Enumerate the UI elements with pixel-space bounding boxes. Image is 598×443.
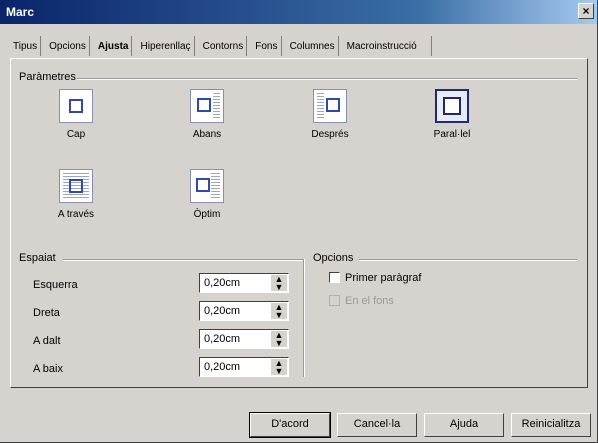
first-paragraph-checkbox[interactable]: Primer paràgraf (329, 272, 421, 284)
wrap-parallel-icon (435, 89, 469, 123)
left-spacing-label: Esquerra (33, 279, 78, 291)
help-button[interactable]: Ajuda (424, 413, 504, 437)
parameters-heading: Paràmetres (19, 71, 76, 83)
wrap-tab-panel: Paràmetres Cap Abans Després Paral·lel A… (10, 58, 588, 388)
wrap-after-frame (326, 98, 340, 112)
options-separator (359, 259, 577, 261)
in-background-checkbox: En el fons (329, 295, 394, 307)
wrap-through-frame (69, 179, 83, 193)
tab-fons[interactable]: Fons (252, 36, 282, 56)
top-spacing-value: 0,20cm (204, 333, 241, 345)
right-spacing-spinner[interactable]: 0,20cm ▲ ▼ (199, 301, 289, 321)
tab-columnes[interactable]: Columnes (287, 36, 339, 56)
spin-arrows-icon[interactable]: ▲ ▼ (271, 331, 287, 348)
parameters-separator (77, 78, 577, 80)
tab-hiperenllac[interactable]: Hiperenllaç (138, 36, 195, 56)
wrap-optimal-icon (190, 169, 224, 203)
wrap-after-icon (313, 89, 347, 123)
wrap-none-frame (69, 99, 83, 113)
spacing-heading: Espaiat (19, 252, 56, 264)
tab-bar: Tipus Opcions Ajusta Hiperenllaç Contorn… (10, 36, 434, 58)
wrap-after-lines (317, 93, 324, 119)
wrap-option-parallel[interactable]: Paral·lel (407, 89, 497, 140)
top-spacing-label: A dalt (33, 335, 61, 347)
wrap-before-label: Abans (192, 129, 222, 140)
wrap-before-lines (213, 93, 220, 119)
wrap-after-label: Després (311, 129, 349, 140)
wrap-before-frame (197, 98, 211, 112)
spin-arrows-icon[interactable]: ▲ ▼ (271, 275, 287, 292)
first-paragraph-box[interactable] (329, 272, 340, 283)
wrap-option-after[interactable]: Després (285, 89, 375, 140)
in-background-label: En el fons (345, 295, 394, 307)
bottom-spacing-spinner[interactable]: 0,20cm ▲ ▼ (199, 357, 289, 377)
wrap-optimal-label: Òptim (193, 209, 221, 220)
wrap-before-icon (190, 89, 224, 123)
cancel-button[interactable]: Cancel·la (337, 413, 417, 437)
frame-dialog: Marc × Tipus Opcions Ajusta Hiperenllaç … (0, 0, 598, 443)
options-divider (303, 259, 305, 377)
wrap-parallel-label: Paral·lel (433, 129, 471, 140)
left-spacing-spinner[interactable]: 0,20cm ▲ ▼ (199, 273, 289, 293)
bottom-spacing-value: 0,20cm (204, 361, 241, 373)
left-spacing-value: 0,20cm (204, 277, 241, 289)
tab-tipus[interactable]: Tipus (10, 36, 42, 56)
close-button[interactable]: × (578, 3, 594, 19)
wrap-option-none[interactable]: Cap (31, 89, 121, 140)
tab-opcions[interactable]: Opcions (46, 36, 90, 56)
in-background-box (329, 295, 340, 306)
spin-arrows-icon[interactable]: ▲ ▼ (271, 303, 287, 320)
wrap-through-label: A través (57, 209, 95, 220)
wrap-optimal-frame (196, 178, 210, 192)
wrap-through-icon (59, 169, 93, 203)
bottom-spacing-label: A baix (33, 363, 63, 375)
wrap-none-label: Cap (66, 129, 86, 140)
tab-contorns[interactable]: Contorns (200, 36, 248, 56)
spacing-separator (63, 259, 303, 261)
wrap-option-through[interactable]: A través (31, 169, 121, 220)
first-paragraph-label: Primer paràgraf (345, 272, 422, 284)
title-bar: Marc × (0, 0, 597, 24)
ok-button[interactable]: D'acord (249, 412, 331, 438)
options-heading: Opcions (313, 252, 354, 264)
reset-button[interactable]: Reinicialitza (511, 413, 591, 437)
wrap-option-before[interactable]: Abans (162, 89, 252, 140)
wrap-parallel-frame (443, 97, 461, 115)
tab-macroinstruccio[interactable]: Macroinstrucció (344, 36, 432, 56)
tab-ajusta[interactable]: Ajusta (95, 36, 133, 56)
wrap-optimal-lines (211, 173, 220, 199)
top-spacing-spinner[interactable]: 0,20cm ▲ ▼ (199, 329, 289, 349)
spin-arrows-icon[interactable]: ▲ ▼ (271, 359, 287, 376)
wrap-option-optimal[interactable]: Òptim (162, 169, 252, 220)
right-spacing-label: Dreta (33, 307, 60, 319)
wrap-none-icon (59, 89, 93, 123)
right-spacing-value: 0,20cm (204, 305, 241, 317)
dialog-title: Marc (6, 5, 35, 19)
